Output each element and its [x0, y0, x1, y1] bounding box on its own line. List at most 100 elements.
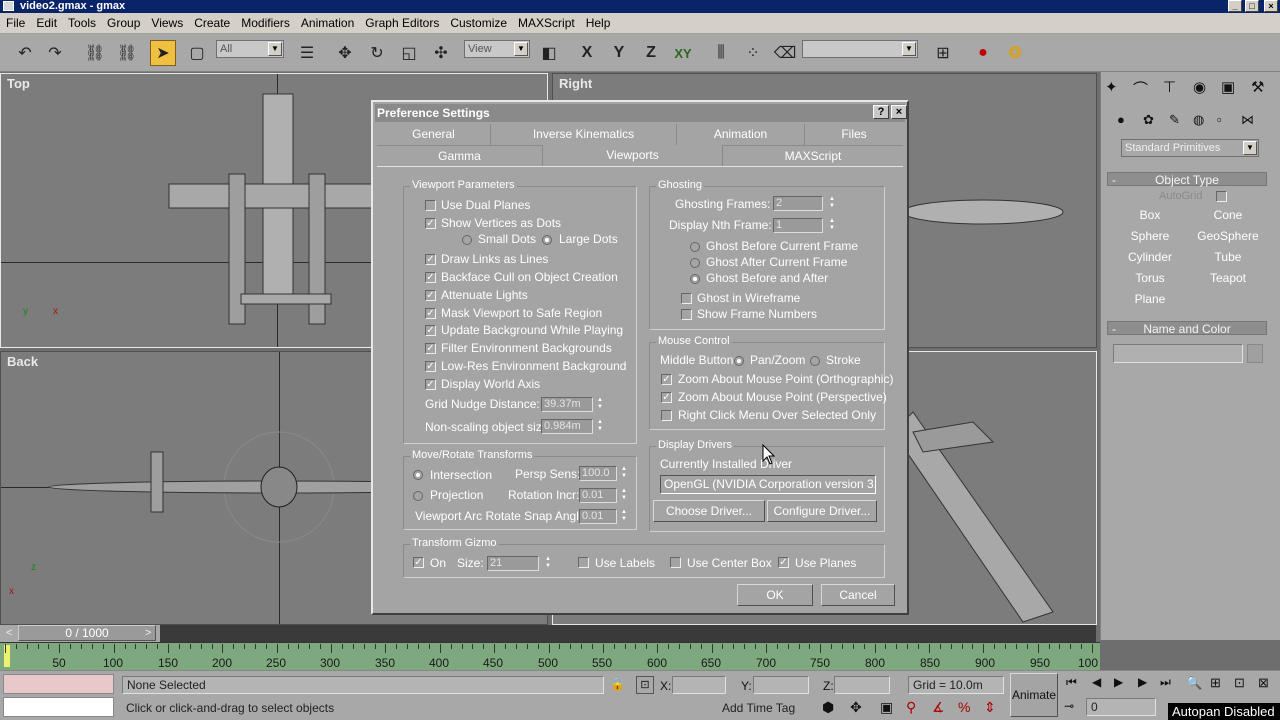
restrict-x-button[interactable]: X: [574, 40, 600, 66]
rotation-incr-spinner[interactable]: 0.01: [579, 488, 617, 503]
plane-button[interactable]: Plane: [1115, 290, 1185, 309]
ghost-before-radio[interactable]: [690, 242, 700, 252]
rotate-icon[interactable]: ↻: [364, 40, 390, 66]
use-planes-checkbox[interactable]: ✓: [778, 557, 789, 568]
goto-start-icon[interactable]: ⏮: [1066, 675, 1077, 690]
show-vertices-checkbox[interactable]: ✓: [425, 218, 436, 229]
selection-filter-dropdown[interactable]: All ▼: [216, 40, 284, 58]
maxscript-listener-mini[interactable]: [3, 674, 114, 694]
object-name-input[interactable]: [1113, 344, 1243, 363]
configure-driver-button[interactable]: Configure Driver...: [767, 500, 877, 522]
spinner-arrows-icon[interactable]: ▲ ▼: [827, 196, 837, 211]
hierarchy-tab-icon[interactable]: ⊤: [1163, 78, 1176, 96]
link-icon[interactable]: ⛓: [82, 40, 108, 66]
menu-graph-editors[interactable]: Graph Editors: [359, 13, 444, 30]
modify-tab-icon[interactable]: ⌒: [1133, 78, 1148, 99]
select-by-name-icon[interactable]: ☰: [294, 40, 320, 66]
large-dots-radio[interactable]: [542, 235, 552, 245]
menu-maxscript[interactable]: MAXScript: [512, 13, 580, 30]
tube-button[interactable]: Tube: [1193, 248, 1263, 267]
close-window-button[interactable]: ×: [1264, 0, 1278, 12]
autogrid-checkbox[interactable]: [1216, 191, 1227, 202]
projection-radio[interactable]: [413, 491, 423, 501]
zoom-extents-all-icon[interactable]: ⊠: [1258, 675, 1269, 691]
unlink-icon[interactable]: ⛓: [114, 40, 140, 66]
tab-files[interactable]: Files: [805, 124, 903, 145]
pivot-center-icon[interactable]: ◧: [536, 40, 562, 66]
right-click-menu-checkbox[interactable]: [661, 410, 672, 421]
zoom-icon[interactable]: 🔍: [1186, 675, 1202, 691]
draw-links-checkbox[interactable]: ✓: [425, 254, 436, 265]
category-dropdown[interactable]: Standard Primitives ▼: [1121, 139, 1259, 157]
small-dots-radio[interactable]: [462, 235, 472, 245]
gizmo-size-spinner[interactable]: 21: [487, 556, 539, 571]
spinner-arrows-icon[interactable]: ▲ ▼: [827, 218, 837, 233]
grid-nudge-spinner[interactable]: 39.37m: [541, 397, 593, 412]
teapot-button[interactable]: Teapot: [1193, 269, 1263, 288]
update-background-checkbox[interactable]: ✓: [425, 325, 436, 336]
intersection-radio[interactable]: [413, 470, 423, 480]
add-time-tag[interactable]: Add Time Tag: [718, 700, 814, 718]
angle-snap-icon[interactable]: ∡: [932, 699, 945, 716]
nonscaling-spinner[interactable]: 0.984m: [541, 419, 593, 434]
render-teapot-icon[interactable]: ●: [970, 40, 996, 66]
zoom-persp-checkbox[interactable]: ✓: [661, 392, 672, 403]
nth-frame-spinner[interactable]: 1: [773, 218, 823, 233]
minimize-button[interactable]: _: [1228, 0, 1242, 12]
spinner-arrows-icon[interactable]: ▲ ▼: [619, 488, 629, 503]
prev-frame-icon[interactable]: <: [6, 627, 12, 639]
use-labels-checkbox[interactable]: [578, 557, 589, 568]
key-mode-icon[interactable]: ⊸: [1064, 699, 1074, 713]
tab-animation[interactable]: Animation: [677, 124, 805, 145]
ghosting-frames-spinner[interactable]: 2: [773, 196, 823, 211]
zoom-all-icon[interactable]: ⊞: [1210, 675, 1221, 691]
spinner-arrows-icon[interactable]: ▲ ▼: [595, 419, 605, 434]
named-selection-dropdown[interactable]: ▼: [802, 40, 918, 58]
ghost-wireframe-checkbox[interactable]: [681, 293, 692, 304]
motion-tab-icon[interactable]: ◉: [1193, 78, 1206, 96]
persp-sens-spinner[interactable]: 100.0: [579, 466, 617, 481]
menu-tools[interactable]: Tools: [62, 13, 101, 30]
display-tab-icon[interactable]: ▣: [1221, 78, 1235, 96]
next-frame-icon[interactable]: >: [145, 627, 151, 639]
viewport-nav-icon[interactable]: ✥: [850, 699, 862, 716]
cylinder-button[interactable]: Cylinder: [1115, 248, 1185, 267]
maxscript-input-mini[interactable]: [3, 697, 114, 717]
name-color-rollout[interactable]: - Name and Color: [1107, 321, 1267, 336]
snap-icon[interactable]: ⚲: [906, 699, 916, 716]
x-coordinate-field[interactable]: [672, 676, 726, 694]
stroke-radio[interactable]: [810, 356, 820, 366]
cone-button[interactable]: Cone: [1193, 206, 1263, 225]
box-button[interactable]: Box: [1115, 206, 1185, 225]
restrict-xy-button[interactable]: XY: [670, 40, 696, 66]
time-slider[interactable]: < 0 / 1000 >: [0, 625, 1096, 642]
prev-key-icon[interactable]: ◀: [1092, 675, 1101, 689]
move-icon[interactable]: ✥: [332, 40, 358, 66]
tab-gamma[interactable]: Gamma: [377, 145, 543, 166]
play-icon[interactable]: ▶: [1114, 675, 1123, 689]
region-select-icon[interactable]: ▢: [184, 40, 210, 66]
use-dual-planes-checkbox[interactable]: [425, 200, 436, 211]
shapes-icon[interactable]: ✿: [1143, 112, 1154, 128]
dialog-close-button[interactable]: ×: [891, 105, 907, 119]
tab-inverse-kinematics[interactable]: Inverse Kinematics: [491, 124, 677, 145]
object-color-swatch[interactable]: [1247, 344, 1263, 363]
goto-end-icon[interactable]: ⏭: [1160, 675, 1171, 690]
mask-viewport-checkbox[interactable]: ✓: [425, 308, 436, 319]
time-slider-thumb[interactable]: 0 / 1000: [18, 625, 156, 641]
spinner-arrows-icon[interactable]: ▲ ▼: [595, 397, 605, 412]
arc-snap-spinner[interactable]: 0.01: [579, 509, 617, 524]
zoom-ortho-checkbox[interactable]: ✓: [661, 374, 672, 385]
choose-driver-button[interactable]: Choose Driver...: [653, 500, 765, 522]
track-bar[interactable]: 50 100 150 200 250 300 350 400 450 500 5…: [0, 642, 1100, 670]
use-center-box-checkbox[interactable]: [670, 557, 681, 568]
lowres-env-checkbox[interactable]: ✓: [425, 361, 436, 372]
helpers-icon[interactable]: ▫: [1217, 112, 1222, 127]
menu-edit[interactable]: Edit: [30, 13, 62, 30]
tab-viewports[interactable]: Viewports: [543, 145, 723, 166]
menu-help[interactable]: Help: [580, 13, 616, 30]
spacewarps-icon[interactable]: ⋈: [1241, 112, 1254, 128]
ok-button[interactable]: OK: [737, 584, 813, 606]
reference-coord-dropdown[interactable]: View ▼: [464, 40, 530, 58]
schematic-icon[interactable]: ⊞: [930, 40, 956, 66]
